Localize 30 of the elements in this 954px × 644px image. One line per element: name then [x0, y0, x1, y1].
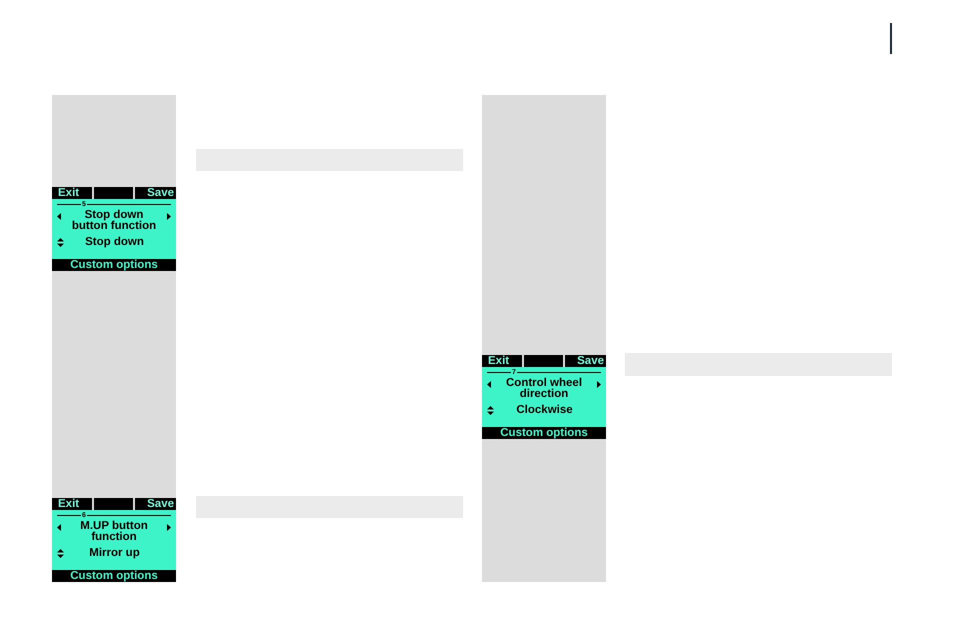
screen-footer: Custom options [52, 570, 176, 582]
right-triangle-icon [167, 213, 171, 220]
exit-softkey[interactable]: Exit [482, 355, 522, 367]
left-triangle-icon [57, 213, 61, 220]
setting-value: Stop down [84, 236, 145, 248]
up-down-arrows-icon [57, 238, 64, 246]
blank-softkey[interactable] [94, 187, 133, 199]
setting-title: button function [72, 220, 156, 231]
left-triangle-icon [487, 381, 491, 388]
blank-softkey[interactable] [94, 498, 133, 510]
setting-title: function [91, 532, 137, 542]
setting-title: Stop down [84, 210, 144, 220]
up-down-arrows-icon [57, 548, 64, 558]
up-down-arrows-icon [487, 406, 494, 414]
exit-softkey[interactable]: Exit [52, 187, 92, 199]
setting-title: direction [520, 388, 568, 399]
screen-footer: Custom options [482, 427, 606, 439]
save-softkey[interactable]: Save [565, 355, 606, 367]
right-triangle-icon [597, 381, 601, 388]
setting-title: Control wheel [506, 378, 582, 388]
setting-value: Mirror up [88, 547, 141, 559]
save-softkey[interactable]: Save [135, 498, 176, 510]
save-softkey[interactable]: Save [135, 187, 176, 199]
setting-value: Clockwise [515, 404, 574, 416]
setting-title: M.UP button [80, 521, 148, 532]
blank-softkey[interactable] [524, 355, 563, 367]
exit-softkey[interactable]: Exit [52, 498, 92, 510]
left-triangle-icon [57, 524, 61, 531]
screen-footer: Custom options [52, 259, 176, 271]
right-triangle-icon [167, 524, 171, 531]
